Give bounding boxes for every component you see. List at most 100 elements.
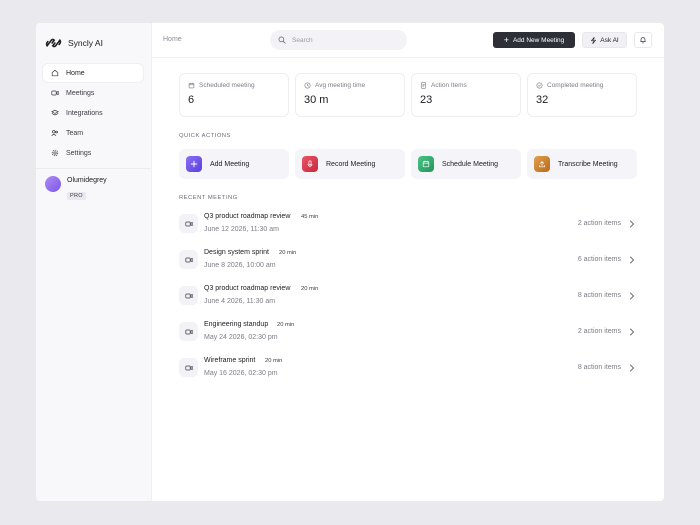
sidebar-item-settings[interactable]: Settings — [43, 144, 143, 162]
search-bar[interactable] — [270, 30, 407, 50]
add-new-meeting-button[interactable]: + Add New Meeting — [493, 32, 575, 48]
check-circle-icon — [536, 82, 543, 89]
topbar: Home + Add New Meeting Ask AI — [152, 23, 664, 58]
syncly-logo-icon — [45, 38, 62, 48]
plus-icon: + — [503, 34, 509, 45]
transcribe-meeting-action[interactable]: Transcribe Meeting — [527, 149, 637, 179]
user-name: Olumidegrey — [67, 177, 107, 184]
main-content: Home + Add New Meeting Ask AI S — [152, 23, 664, 501]
home-icon — [51, 69, 59, 77]
meeting-date: May 16 2026, 02:30 pm — [204, 370, 278, 377]
search-input[interactable] — [292, 36, 392, 44]
meeting-title: Engineering standup — [204, 321, 269, 328]
lightning-icon — [591, 36, 597, 44]
user-profile[interactable]: Olumidegrey PRO — [45, 176, 107, 202]
stat-value: 23 — [420, 94, 433, 106]
stat-label: Action Items — [431, 82, 467, 89]
sidebar-item-home[interactable]: Home — [43, 64, 143, 82]
action-label: Add Meeting — [210, 160, 250, 168]
breadcrumb[interactable]: Home — [163, 36, 182, 43]
action-icon-box — [534, 156, 550, 172]
recent-meetings-list: Q3 product roadmap review 45 min June 12… — [179, 209, 636, 389]
chevron-right-icon[interactable] — [628, 363, 636, 373]
meeting-date: May 24 2026, 02:30 pm — [204, 334, 278, 341]
stat-card-action-items: Action Items 23 — [411, 73, 521, 117]
action-icon-box — [418, 156, 434, 172]
meeting-icon-box — [179, 286, 198, 305]
quick-actions: Add Meeting Record Meeting Schedule Meet… — [179, 149, 637, 179]
upload-icon — [539, 161, 545, 168]
meeting-action-items: 8 action items — [577, 292, 621, 299]
meeting-duration: 20 min — [265, 358, 283, 364]
action-label: Record Meeting — [326, 160, 376, 168]
calendar-icon — [188, 82, 195, 89]
recent-meeting-title: RECENT MEETING — [179, 195, 238, 201]
meeting-row[interactable]: Wireframe sprint 20 min May 16 2026, 02:… — [179, 353, 636, 389]
stat-card-completed: Completed meeting 32 — [527, 73, 637, 117]
stat-value: 30 m — [304, 94, 329, 106]
meeting-row[interactable]: Q3 product roadmap review 20 min June 4 … — [179, 281, 636, 317]
action-icon-box — [186, 156, 202, 172]
action-icon-box — [302, 156, 318, 172]
meeting-title: Q3 product roadmap review — [204, 285, 291, 292]
mic-icon — [307, 160, 313, 168]
stat-label: Scheduled meeting — [199, 82, 255, 89]
meeting-action-items: 2 action items — [577, 220, 621, 227]
meeting-action-items: 2 action items — [577, 328, 621, 335]
plus-icon — [190, 160, 198, 168]
sidebar-item-team[interactable]: Team — [43, 124, 143, 142]
stat-label: Completed meeting — [547, 82, 604, 89]
document-icon — [421, 82, 426, 89]
sidebar-item-integrations[interactable]: Integrations — [43, 104, 143, 122]
meeting-title: Design system sprint — [204, 249, 269, 256]
add-meeting-action[interactable]: Add Meeting — [179, 149, 289, 179]
add-new-meeting-label: Add New Meeting — [512, 36, 565, 44]
stats-row: Scheduled meeting 6 Avg meeting time 30 … — [179, 73, 637, 117]
sidebar-item-meetings[interactable]: Meetings — [43, 84, 143, 102]
sidebar-item-label: Team — [66, 129, 84, 137]
meeting-row[interactable]: Engineering standup 20 min May 24 2026, … — [179, 317, 636, 353]
bell-icon — [640, 37, 646, 44]
meeting-title: Wireframe sprint — [204, 357, 256, 364]
video-icon — [184, 293, 193, 298]
layers-icon — [51, 109, 59, 116]
plan-badge: PRO — [67, 192, 86, 200]
chevron-right-icon[interactable] — [628, 291, 636, 301]
chevron-right-icon[interactable] — [628, 255, 636, 265]
meeting-icon-box — [179, 322, 198, 341]
app-name: Syncly AI — [68, 38, 103, 48]
gear-icon — [51, 149, 59, 157]
stat-card-avg-time: Avg meeting time 30 m — [295, 73, 405, 117]
stat-value: 32 — [536, 94, 549, 106]
chevron-right-icon[interactable] — [628, 219, 636, 229]
meeting-date: June 8 2026, 10:00 am — [204, 262, 276, 269]
sidebar-item-label: Settings — [66, 149, 92, 157]
action-label: Transcribe Meeting — [558, 160, 618, 168]
sidebar: Syncly AI Home Meetings Integrations Tea… — [36, 23, 152, 501]
video-icon — [184, 221, 193, 226]
notifications-button[interactable] — [634, 32, 652, 48]
record-meeting-action[interactable]: Record Meeting — [295, 149, 405, 179]
sidebar-divider — [36, 168, 151, 169]
ask-ai-button[interactable]: Ask AI — [582, 32, 627, 48]
stat-value: 6 — [188, 94, 195, 106]
chevron-right-icon[interactable] — [628, 327, 636, 337]
brand[interactable]: Syncly AI — [45, 37, 103, 49]
video-icon — [51, 90, 59, 96]
sidebar-item-label: Integrations — [66, 109, 103, 117]
stat-card-scheduled: Scheduled meeting 6 — [179, 73, 289, 117]
meeting-row[interactable]: Design system sprint 20 min June 8 2026,… — [179, 245, 636, 281]
sidebar-item-label: Home — [66, 69, 85, 77]
action-label: Schedule Meeting — [442, 160, 499, 168]
app-window: Syncly AI Home Meetings Integrations Tea… — [36, 23, 664, 501]
stat-label: Avg meeting time — [315, 82, 366, 89]
meeting-duration: 45 min — [301, 214, 319, 220]
meeting-row[interactable]: Q3 product roadmap review 45 min June 12… — [179, 209, 636, 245]
schedule-meeting-action[interactable]: Schedule Meeting — [411, 149, 521, 179]
quick-actions-title: QUICK ACTIONS — [179, 133, 231, 139]
video-icon — [184, 257, 193, 262]
avatar — [45, 176, 61, 192]
meeting-icon-box — [179, 358, 198, 377]
meeting-duration: 20 min — [279, 250, 297, 256]
meeting-duration: 20 min — [277, 322, 295, 328]
